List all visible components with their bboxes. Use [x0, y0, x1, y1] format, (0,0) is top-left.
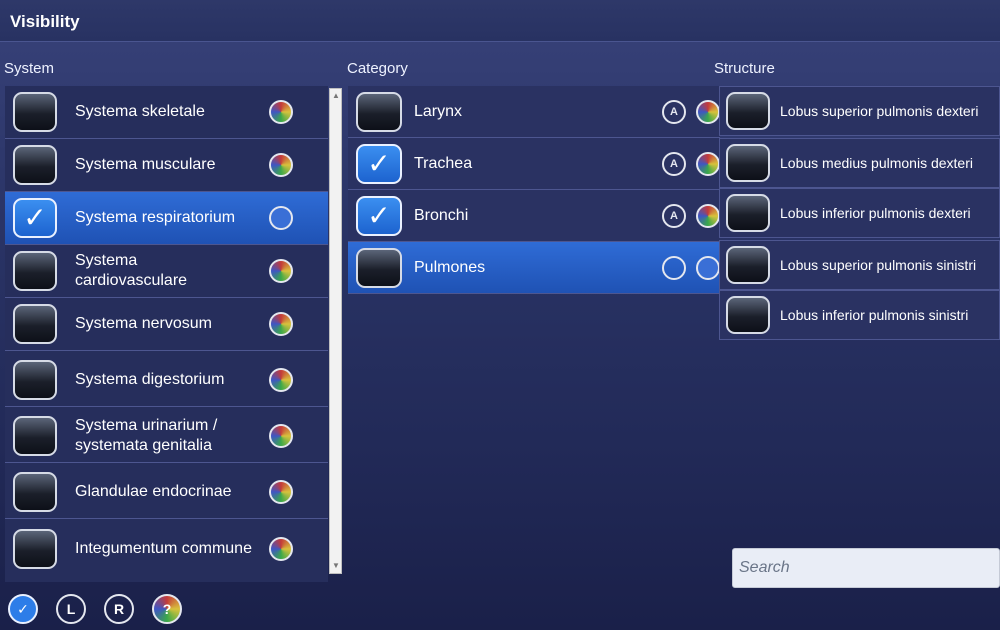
system-checkbox[interactable]: [13, 251, 57, 291]
system-item-label: Glandulae endocrinae: [75, 483, 232, 500]
system-checkbox[interactable]: [13, 145, 57, 185]
structure-checkbox[interactable]: [726, 194, 770, 232]
isolate-button[interactable]: [662, 255, 686, 280]
system-item-label: Systema respiratorium: [75, 209, 236, 226]
color-picker-icon[interactable]: [269, 480, 293, 504]
system-item-skeletale[interactable]: Systema skeletale: [5, 86, 328, 139]
system-checkbox[interactable]: [13, 472, 57, 512]
system-item-urinarium[interactable]: Systema urinarium / systemata genitalia: [5, 410, 328, 463]
system-item-label: Systema cardiovasculare: [75, 252, 188, 289]
category-checkbox[interactable]: ✓: [356, 143, 402, 184]
bottom-toolbar: ✓ L R ?: [8, 592, 200, 626]
color-picker-icon[interactable]: [269, 259, 293, 283]
system-item-label: Systema digestorium: [75, 371, 225, 388]
structure-checkbox[interactable]: [726, 92, 770, 130]
category-item-label: Bronchi: [414, 206, 469, 224]
category-checkbox[interactable]: ✓: [356, 195, 402, 236]
system-checkbox[interactable]: ✓: [13, 198, 57, 238]
isolate-button[interactable]: A: [662, 151, 686, 176]
checkmark-icon: ✓: [367, 147, 391, 179]
category-item-label: Trachea: [414, 154, 473, 172]
titlebar: Visibility: [0, 0, 1000, 42]
structure-item[interactable]: Lobus superior pulmonis sinistri: [719, 240, 1000, 290]
category-checkbox[interactable]: [356, 247, 402, 288]
system-checkbox[interactable]: [13, 416, 57, 456]
system-checkbox[interactable]: [13, 304, 57, 344]
structure-item-label: Lobus inferior pulmonis dexteri: [780, 205, 971, 221]
checkmark-icon: ✓: [367, 199, 391, 231]
category-item-trachea[interactable]: ✓ Trachea A: [348, 138, 720, 190]
color-picker-icon[interactable]: [269, 153, 293, 177]
system-item-label: Systema musculare: [75, 156, 216, 173]
system-item-respiratorium[interactable]: ✓ Systema respiratorium: [5, 192, 328, 245]
system-item-nervosum[interactable]: Systema nervosum: [5, 298, 328, 351]
color-picker-icon[interactable]: [696, 99, 720, 124]
category-column-header: Category: [347, 60, 408, 77]
left-side-button[interactable]: L: [56, 594, 86, 624]
structure-item-label: Lobus superior pulmonis dexteri: [780, 103, 979, 119]
color-picker-icon[interactable]: [269, 312, 293, 336]
color-picker-icon[interactable]: [696, 255, 720, 280]
category-item-pulmones[interactable]: Pulmones: [348, 242, 720, 294]
system-item-label: Systema urinarium / systemata genitalia: [75, 417, 218, 454]
scroll-down-icon[interactable]: ▼: [331, 561, 341, 571]
help-icon[interactable]: ?: [152, 594, 182, 624]
structure-column-header: Structure: [714, 60, 775, 77]
structure-checkbox[interactable]: [726, 296, 770, 334]
color-picker-icon[interactable]: [269, 368, 293, 392]
color-picker-icon[interactable]: [696, 203, 720, 228]
system-item-label: Systema nervosum: [75, 315, 212, 332]
structure-item-label: Lobus inferior pulmonis sinistri: [780, 307, 969, 323]
system-column-header: System: [4, 60, 55, 77]
system-item-musculare[interactable]: Systema musculare: [5, 139, 328, 192]
scroll-up-icon[interactable]: ▲: [331, 91, 341, 101]
system-item-digestorium[interactable]: Systema digestorium: [5, 354, 328, 407]
isolate-button[interactable]: A: [662, 203, 686, 228]
category-item-larynx[interactable]: Larynx A: [348, 86, 720, 138]
category-checkbox[interactable]: [356, 91, 402, 132]
structure-checkbox[interactable]: [726, 246, 770, 284]
search-input[interactable]: Search: [732, 548, 1000, 588]
system-item-label: Systema skeletale: [75, 103, 205, 120]
category-item-label: Larynx: [414, 102, 463, 120]
structure-item-label: Lobus superior pulmonis sinistri: [780, 257, 977, 273]
isolate-button[interactable]: A: [662, 99, 686, 124]
show-all-button[interactable]: ✓: [8, 594, 38, 624]
structure-item[interactable]: Lobus superior pulmonis dexteri: [719, 86, 1000, 136]
structure-item-label: Lobus medius pulmonis dexteri: [780, 155, 973, 171]
structure-item[interactable]: Lobus inferior pulmonis sinistri: [719, 290, 1000, 340]
checkmark-icon: ✓: [23, 202, 47, 233]
system-checkbox[interactable]: [13, 360, 57, 400]
system-item-endocrinae[interactable]: Glandulae endocrinae: [5, 466, 328, 519]
color-picker-icon[interactable]: [269, 536, 293, 561]
color-picker-icon[interactable]: [696, 151, 720, 176]
window-title: Visibility: [10, 12, 80, 31]
system-checkbox[interactable]: [13, 92, 57, 132]
structure-item[interactable]: Lobus inferior pulmonis dexteri: [719, 188, 1000, 238]
right-side-button[interactable]: R: [104, 594, 134, 624]
system-item-cardiovasculare[interactable]: Systema cardiovasculare: [5, 245, 328, 298]
system-scrollbar[interactable]: ▲ ▼: [329, 88, 342, 574]
category-item-label: Pulmones: [414, 258, 486, 276]
color-picker-icon[interactable]: [269, 424, 293, 448]
system-checkbox[interactable]: [13, 528, 57, 569]
system-list: Systema skeletale Systema musculare ✓ Sy…: [5, 86, 328, 582]
category-item-bronchi[interactable]: ✓ Bronchi A: [348, 190, 720, 242]
system-item-label: Integumentum commune: [75, 539, 252, 557]
color-picker-icon[interactable]: [269, 206, 293, 230]
color-picker-icon[interactable]: [269, 100, 293, 124]
structure-checkbox[interactable]: [726, 144, 770, 182]
system-item-integumentum[interactable]: Integumentum commune: [5, 522, 328, 575]
structure-item[interactable]: Lobus medius pulmonis dexteri: [719, 138, 1000, 188]
